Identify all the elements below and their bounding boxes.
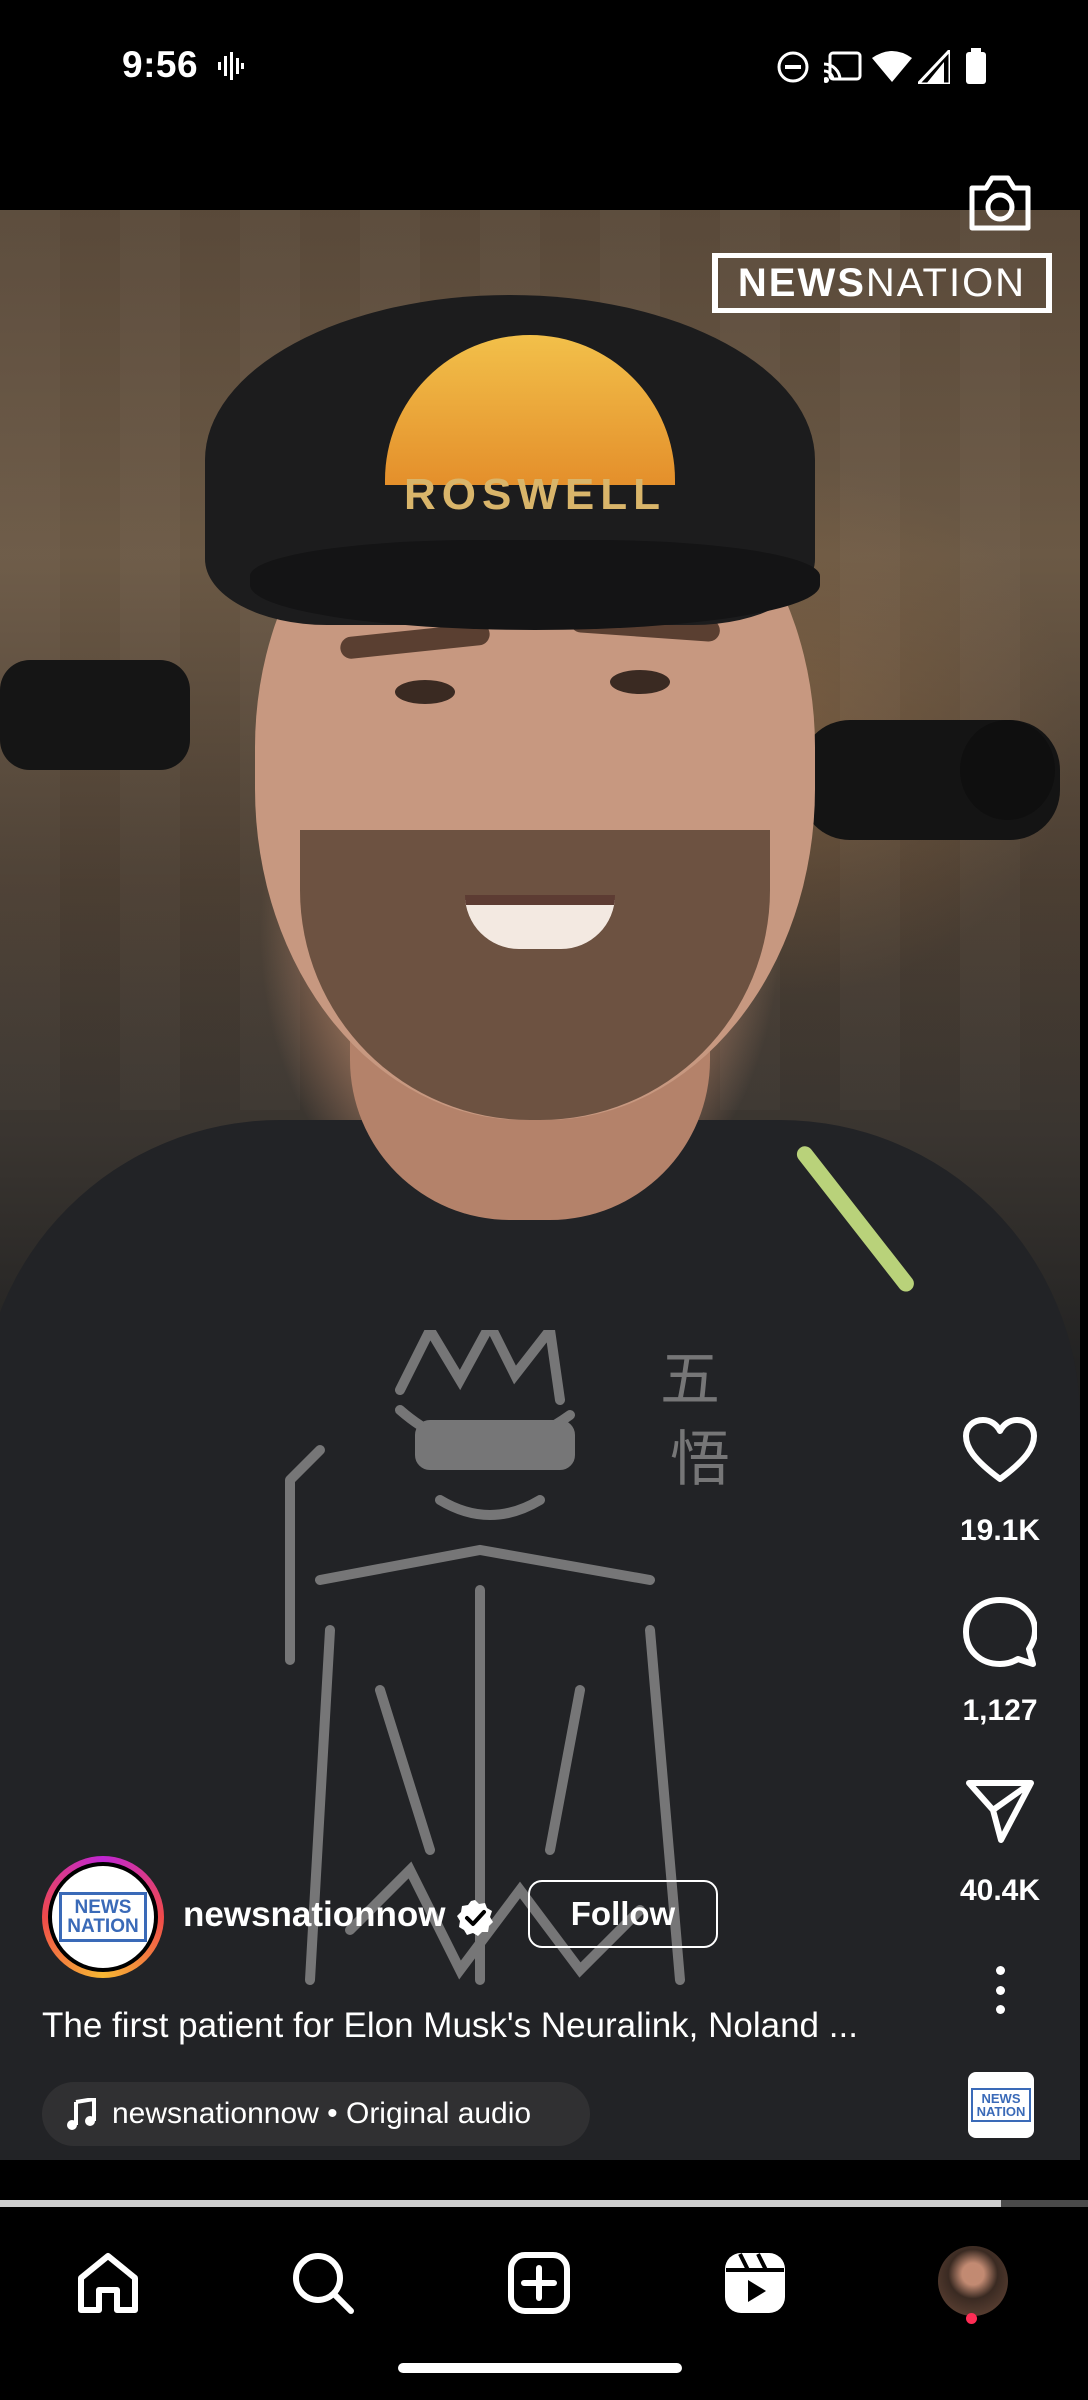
do-not-disturb-icon [777,51,809,83]
avatar: NEWS NATION [52,1866,154,1968]
reels-icon [725,2253,785,2313]
logo-line: NATION [67,1916,139,1937]
voicemail-waveform-icon [218,52,244,80]
gesture-home-indicator[interactable] [398,2363,682,2373]
wifi-icon [872,51,912,82]
video-progress-bar[interactable] [0,2200,1088,2207]
verified-badge-icon [457,1900,493,1936]
status-time: 9:56 [122,44,199,85]
dot [995,2005,1005,2014]
share-count: 40.4K [959,1874,1041,1907]
follow-button[interactable]: Follow [528,1880,718,1948]
camera-icon[interactable] [966,170,1034,234]
nav-reels[interactable] [710,2238,800,2328]
comment-bubble-icon [963,1597,1037,1667]
share-button[interactable] [955,1766,1045,1856]
create-icon [508,2252,570,2314]
comment-count: 1,127 [962,1694,1038,1727]
like-count: 19.1K [959,1514,1041,1547]
nav-create[interactable] [494,2238,584,2328]
newsnation-logo: NEWS NATION [970,2088,1032,2122]
avatar-border: NEWS NATION [48,1862,158,1972]
music-note-icon [67,2098,96,2130]
watermark-bold: NEWS [737,260,866,305]
logo-line: NEWS [74,1897,132,1918]
audio-label: newsnationnow • Original audio [112,2097,532,2130]
search-icon [293,2253,354,2314]
dot [995,1985,1005,1995]
send-paper-plane-icon [966,1780,1034,1843]
audio-thumbnail[interactable]: NEWS NATION [968,2072,1034,2138]
nav-search[interactable] [278,2238,368,2328]
dot [995,1966,1005,1975]
original-audio-pill[interactable]: newsnationnow • Original audio [42,2082,590,2146]
comment-button[interactable] [955,1588,1045,1678]
svg-text:五: 五 [660,1345,720,1415]
notification-dot [966,2313,977,2324]
newsnation-watermark: NEWS NATION [712,253,1052,313]
nav-home[interactable] [63,2238,153,2328]
headrest-knob [960,720,1055,820]
home-icon [78,2253,138,2313]
battery-icon [966,48,986,84]
cap-text: ROSWELL [404,470,666,519]
newsnation-logo: NEWS NATION [59,1892,147,1942]
cap-brim [250,540,820,630]
headrest-mount-left [0,660,190,770]
username[interactable]: newsnationnow [183,1895,446,1935]
logo-line: NATION [976,2104,1026,2119]
like-button[interactable] [955,1405,1045,1495]
cast-icon [824,51,862,83]
avatar-story-ring[interactable]: NEWS NATION [42,1856,164,1978]
eye [610,670,670,694]
video-progress-fill [0,2200,1001,2207]
more-options-button[interactable] [978,1960,1022,2020]
svg-text:悟: 悟 [670,1425,730,1495]
post-caption[interactable]: The first patient for Elon Musk's Neural… [42,2006,922,2046]
heart-icon [963,1417,1037,1482]
watermark-light: NATION [865,260,1027,305]
eye [395,680,455,704]
signal-icon [918,50,950,84]
profile-avatar [938,2246,1008,2316]
